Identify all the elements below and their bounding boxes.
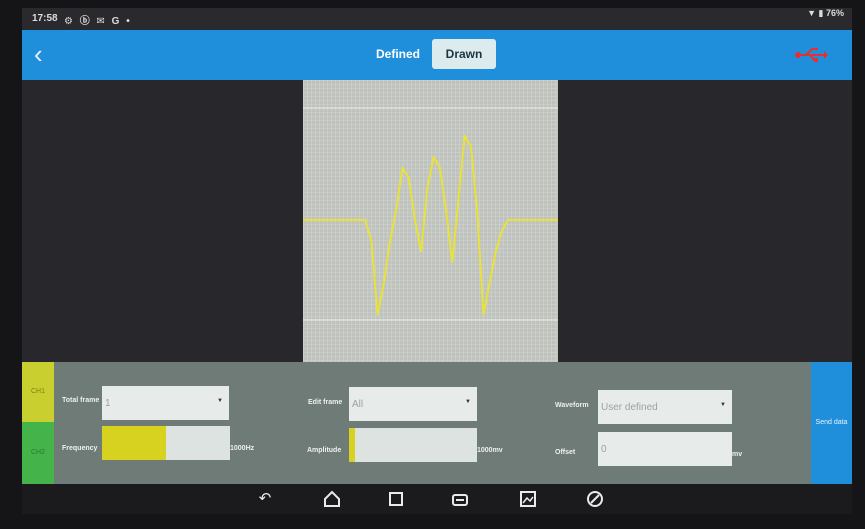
- waveform-label: Waveform: [555, 402, 589, 409]
- tab-drawn[interactable]: Drawn: [432, 39, 496, 69]
- frequency-slider[interactable]: [102, 426, 230, 460]
- preview-right-panel: [558, 80, 852, 362]
- channel-1-button[interactable]: CH1: [22, 362, 54, 422]
- edit-frame-select[interactable]: All ▼: [349, 387, 477, 421]
- waveform-select[interactable]: User defined ▼: [598, 390, 732, 424]
- browser-icon[interactable]: [585, 489, 605, 509]
- control-panel: CH1 CH2 Total frame 1 ▼ Edit frame All ▼…: [22, 362, 852, 484]
- back-chevron-icon[interactable]: ‹: [34, 40, 58, 68]
- system-nav-bar: ↶: [22, 484, 852, 514]
- waveform-value: User defined: [601, 402, 658, 413]
- dropdown-arrow-icon: ▼: [465, 399, 471, 405]
- amplitude-slider-fill: [349, 428, 356, 462]
- total-frame-select[interactable]: 1 ▼: [102, 386, 229, 420]
- offset-field[interactable]: 0: [598, 432, 732, 466]
- app-bar: ‹ Defined Drawn: [22, 30, 852, 80]
- status-left-icons: ⚙ ⓑ ✉ G •: [64, 16, 132, 27]
- preview-left-panel: [22, 80, 303, 362]
- edit-frame-label: Edit frame: [308, 399, 343, 406]
- amplitude-unit: 1000mv: [477, 447, 503, 454]
- dropdown-arrow-icon: ▼: [720, 402, 726, 408]
- channel-2-button[interactable]: CH2: [22, 422, 54, 484]
- gallery-icon[interactable]: [518, 489, 538, 509]
- status-time: 17:58: [32, 13, 58, 24]
- waveform-preview-area: [22, 80, 852, 362]
- offset-label: Offset: [555, 449, 576, 456]
- edit-frame-value: All: [352, 399, 364, 410]
- total-frame-label: Total frame: [62, 397, 100, 404]
- offset-value: 0: [601, 444, 607, 455]
- amplitude-label: Amplitude: [307, 447, 342, 454]
- amplitude-slider[interactable]: [349, 428, 477, 462]
- frequency-label: Frequency: [62, 445, 98, 452]
- status-right-icons: ▼ ▮ 76%: [807, 8, 844, 18]
- status-bar: 17:58 ⚙ ⓑ ✉ G • ▼ ▮ 76%: [22, 8, 852, 30]
- offset-unit: mv: [732, 451, 743, 458]
- back-icon[interactable]: ↶: [255, 489, 275, 509]
- frequency-slider-fill: [102, 426, 166, 460]
- screenshot-icon[interactable]: [450, 489, 470, 509]
- total-frame-value: 1: [105, 398, 111, 409]
- send-data-button[interactable]: Send data: [811, 362, 852, 484]
- tab-defined[interactable]: Defined: [369, 39, 427, 69]
- frequency-unit: 1000Hz: [230, 445, 255, 452]
- tablet-screen: 17:58 ⚙ ⓑ ✉ G • ▼ ▮ 76% ‹ Defined Drawn: [22, 8, 852, 514]
- dropdown-arrow-icon: ▼: [217, 398, 223, 404]
- home-icon[interactable]: [322, 489, 342, 509]
- recents-icon[interactable]: [386, 489, 406, 509]
- usb-icon: [795, 48, 828, 62]
- waveform-canvas[interactable]: [303, 80, 558, 362]
